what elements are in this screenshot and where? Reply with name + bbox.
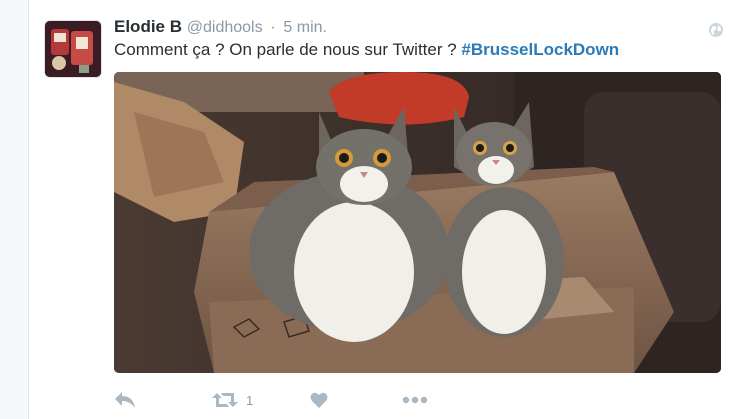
like-button[interactable] xyxy=(310,388,328,412)
author-username[interactable]: @didhools xyxy=(187,19,263,36)
avatar-image xyxy=(45,21,101,77)
reply-icon xyxy=(115,392,135,408)
tweet-photo[interactable] xyxy=(114,72,721,373)
avatar[interactable] xyxy=(45,21,101,77)
tweet-header: Elodie B @didhools · 5 min. xyxy=(114,17,327,37)
timestamp[interactable]: 5 min. xyxy=(283,19,327,36)
author-fullname[interactable]: Elodie B xyxy=(114,17,182,36)
more-dots-icon xyxy=(402,396,428,404)
retweet-button[interactable]: 1 xyxy=(212,388,253,412)
cats-in-box-photo xyxy=(114,72,721,373)
separator-dot: · xyxy=(270,19,276,36)
reply-button[interactable] xyxy=(114,388,136,412)
heart-icon xyxy=(310,392,328,408)
globe-icon[interactable] xyxy=(708,22,724,38)
tweet-text: Comment ça ? On parle de nous sur Twitte… xyxy=(114,40,619,60)
tweet-actions: 1 xyxy=(114,388,514,412)
tweet-text-body: Comment ça ? On parle de nous sur Twitte… xyxy=(114,40,462,59)
more-button[interactable] xyxy=(402,388,428,412)
retweet-icon xyxy=(212,393,238,407)
retweet-count: 1 xyxy=(246,392,254,408)
hashtag-link[interactable]: #BrusselLockDown xyxy=(461,40,619,59)
